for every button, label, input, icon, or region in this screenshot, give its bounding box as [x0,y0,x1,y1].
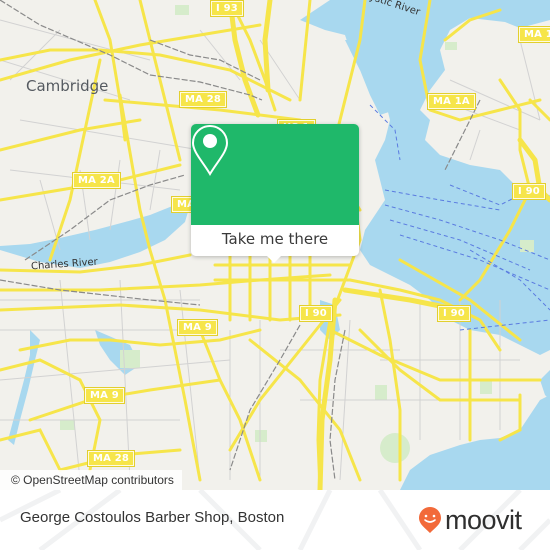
route-shield-i90-east: I 90 [512,183,546,200]
map-pin-icon [191,124,229,176]
map-view[interactable]: Cambridge Charles River Mystic River I 9… [0,0,550,490]
route-shield-ma28-south: MA 28 [86,450,136,467]
route-shield-i93: I 93 [210,0,244,17]
footer-bar: George Costoulos Barber Shop, Boston moo… [0,490,550,550]
take-me-there-button[interactable]: Take me there [191,225,359,256]
route-shield-ma9-south: MA 9 [84,387,125,404]
route-shield-i90-seaport: I 90 [437,305,471,322]
location-popup[interactable]: Take me there [191,124,359,263]
moovit-logo[interactable]: moovit [418,500,522,540]
popup-pointer [266,255,282,263]
route-shield-ma9-north: MA 9 [177,319,218,336]
moovit-pin-icon [419,507,441,533]
place-label-cambridge: Cambridge [26,77,109,95]
route-shield-ma2a: MA 2A [72,172,121,189]
route-shield-ma1a-mid: MA 1A [427,93,476,110]
popup-pin-area[interactable] [191,124,359,225]
route-shield-ma28-north: MA 28 [178,91,228,108]
place-title: George Costoulos Barber Shop, Boston [20,509,285,526]
map-attribution[interactable]: © OpenStreetMap contributors [0,470,182,490]
route-shield-ma1a-top: MA 1A [518,26,550,43]
route-shield-i90-center: I 90 [299,305,333,322]
moovit-wordmark: moovit [445,505,522,535]
